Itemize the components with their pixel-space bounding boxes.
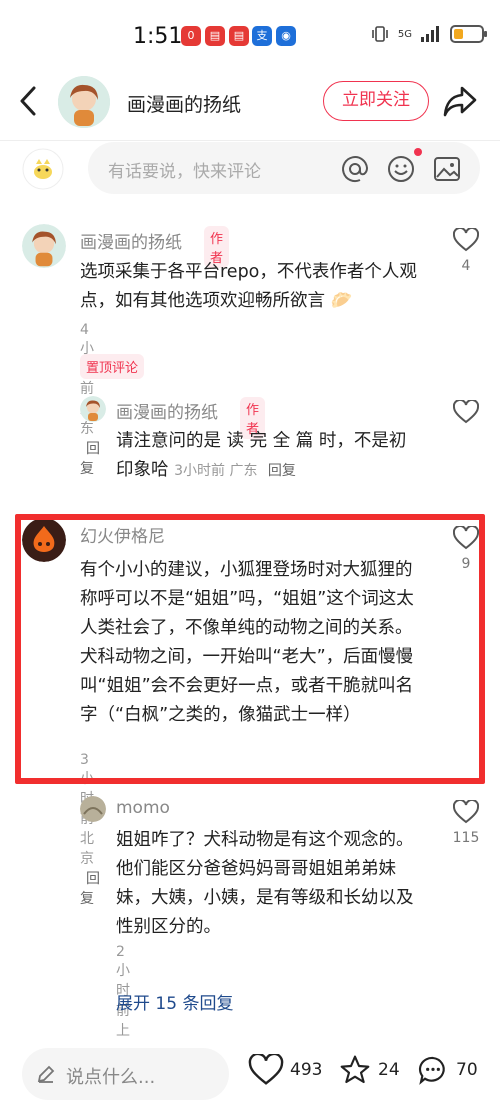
- alipay-notification-icon: 支: [252, 26, 272, 46]
- battery-icon: [450, 25, 487, 43]
- emoji-sticker-icon: 🥟: [330, 291, 353, 311]
- avatar[interactable]: [58, 76, 110, 128]
- system-icons: 5G: [370, 24, 487, 44]
- like-count: 115: [452, 830, 480, 846]
- app-notification-icon: ◉: [276, 26, 296, 46]
- avatar[interactable]: [80, 396, 106, 422]
- follow-button[interactable]: 立即关注: [323, 81, 429, 121]
- heart-icon: [452, 226, 480, 252]
- status-time: 1:51: [133, 24, 183, 49]
- post-like-count: 493: [290, 1060, 323, 1080]
- bottom-bar: 说点什么... 493 24 70: [0, 1040, 500, 1111]
- comment-bubble-icon: [418, 1056, 445, 1085]
- book-notification-icon: ▤: [205, 26, 225, 46]
- favorite-button[interactable]: 24: [338, 1054, 400, 1086]
- emoji-icon[interactable]: [386, 154, 416, 184]
- comments-button[interactable]: 70: [416, 1054, 478, 1086]
- back-arrow-icon[interactable]: [16, 84, 40, 118]
- share-icon[interactable]: [442, 84, 478, 118]
- reply-button[interactable]: 回复: [80, 441, 100, 477]
- like-button[interactable]: 115: [446, 798, 486, 846]
- comment-text: 请注意问的是 读 完 全 篇 时，不是初印象哈 3小时前 广东 回复: [116, 431, 407, 480]
- pinned-badge: 置顶评论: [80, 354, 145, 379]
- signal-icon: [421, 26, 439, 42]
- like-post-button[interactable]: 493: [248, 1054, 322, 1086]
- new-indicator-dot: [414, 148, 422, 156]
- heart-icon: [452, 798, 480, 824]
- star-icon: [340, 1055, 370, 1084]
- comment-meta: 3小时前 广东 回复: [174, 463, 296, 479]
- image-icon[interactable]: [432, 154, 462, 184]
- expand-replies-button[interactable]: 展开 15 条回复: [116, 989, 233, 1014]
- author-name[interactable]: 画漫画的扬纸: [127, 90, 241, 117]
- network-type: 5G: [397, 28, 412, 40]
- like-button[interactable]: [446, 398, 486, 430]
- comment-username[interactable]: momo: [116, 798, 170, 818]
- like-button[interactable]: 4: [446, 226, 486, 274]
- avatar[interactable]: [80, 796, 106, 822]
- say-something-input[interactable]: 说点什么...: [22, 1048, 229, 1100]
- mention-icon[interactable]: [340, 154, 370, 184]
- app-notification-icon: 0: [181, 26, 201, 46]
- status-bar: 1:51 0 ▤ ▤ 支 ◉ 5G: [0, 0, 500, 76]
- my-avatar: [22, 148, 64, 190]
- comment-text: 选项采集于各平台repo，不代表作者个人观点，如有其他选项欢迎畅所欲言 🥟: [80, 262, 417, 311]
- comment-count: 70: [456, 1060, 478, 1080]
- say-something-placeholder: 说点什么...: [66, 1067, 156, 1088]
- comment-text: 姐姐咋了？犬科动物是有这个观念的。他们能区分爸爸妈妈哥哥姐姐弟弟妹妹，大姨，小姨…: [116, 830, 414, 937]
- comment-input[interactable]: 有话要说，快来评论: [88, 142, 480, 194]
- heart-icon: [452, 398, 480, 424]
- reply-button[interactable]: 回复: [268, 463, 296, 479]
- comment-username[interactable]: 画漫画的扬纸: [116, 398, 218, 423]
- book-notification-icon: ▤: [229, 26, 249, 46]
- heart-icon: [248, 1054, 284, 1085]
- pencil-icon: [37, 1065, 55, 1083]
- avatar[interactable]: [22, 224, 66, 268]
- like-count: 4: [461, 258, 471, 274]
- highlight-box: [15, 514, 485, 784]
- vibrate-icon: [372, 26, 388, 42]
- comment-input-placeholder: 有话要说，快来评论: [108, 162, 261, 182]
- header: 画漫画的扬纸 立即关注: [0, 72, 500, 134]
- favorite-count: 24: [378, 1060, 400, 1080]
- divider: [0, 140, 500, 141]
- reply-button[interactable]: 回复: [80, 871, 100, 907]
- comment-username[interactable]: 画漫画的扬纸: [80, 228, 182, 253]
